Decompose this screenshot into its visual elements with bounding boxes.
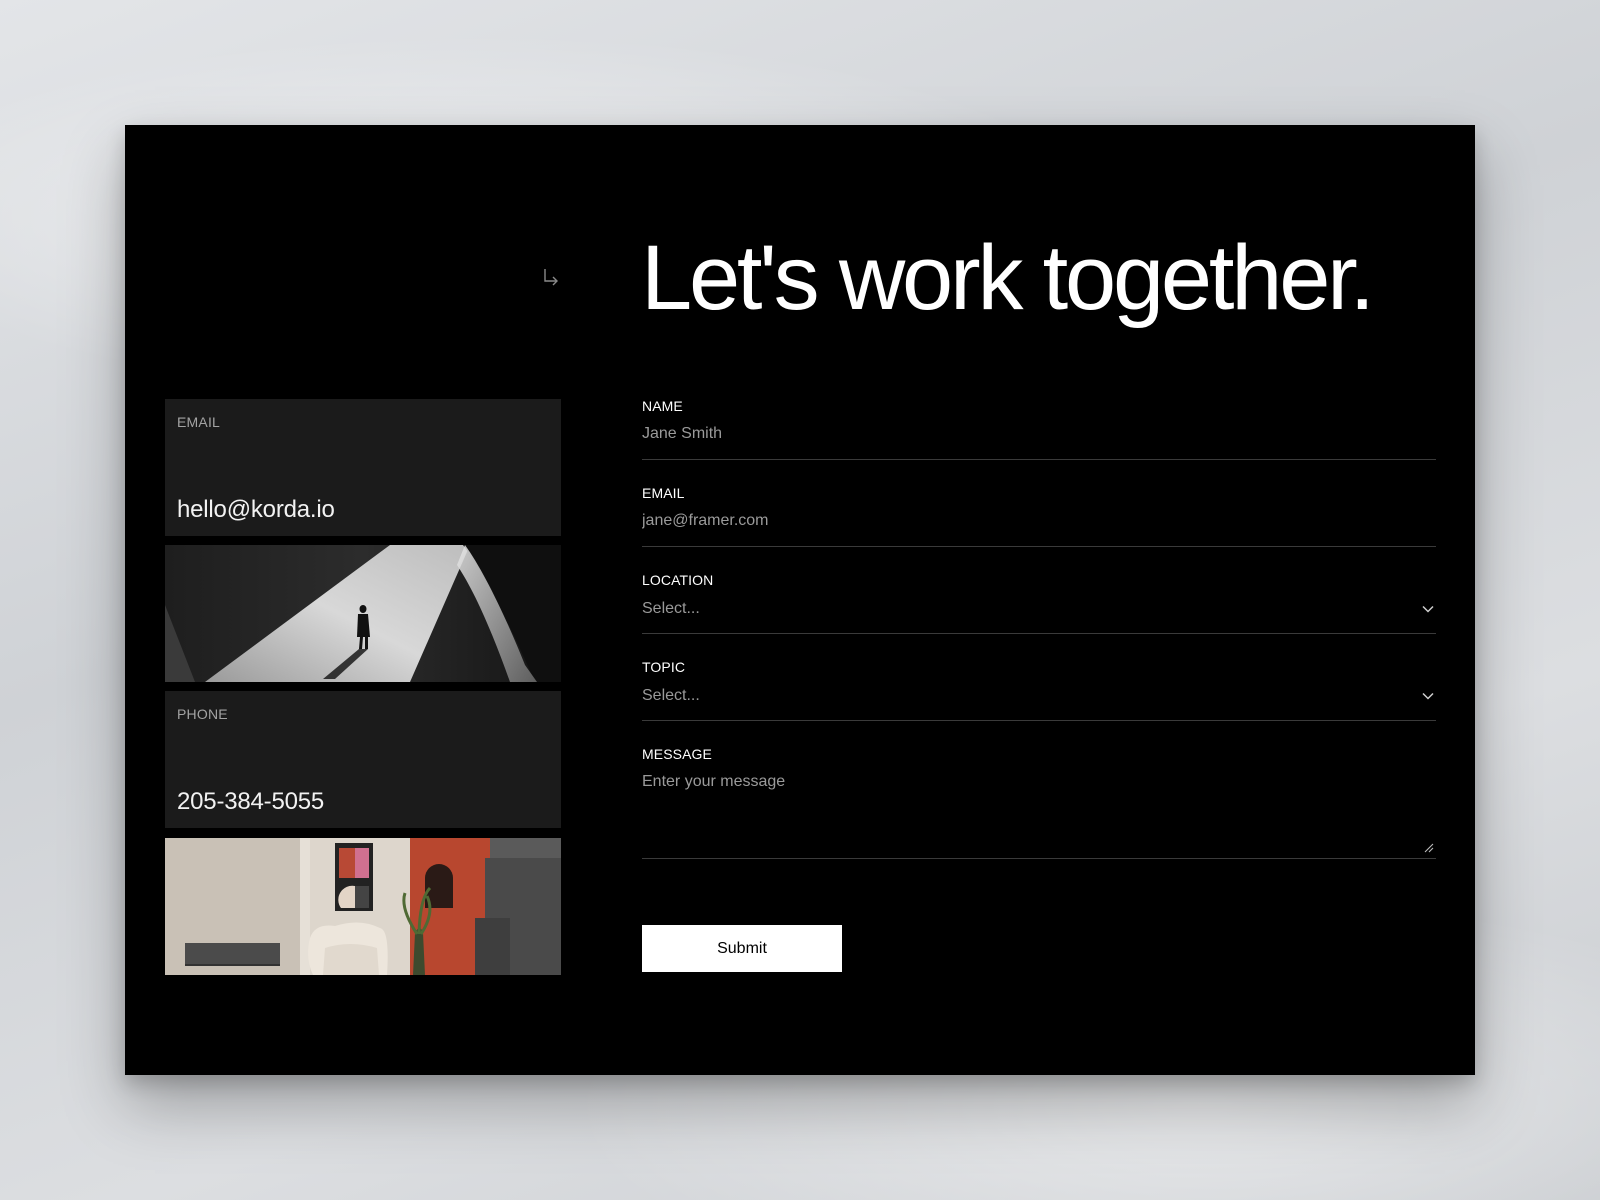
arrow-down-right-icon (544, 269, 558, 286)
email-label: EMAIL (642, 485, 685, 501)
email-card-label: EMAIL (177, 414, 221, 430)
photo-interior-room (165, 838, 561, 975)
location-label: LOCATION (642, 572, 714, 588)
name-input[interactable] (642, 425, 1436, 443)
submit-button[interactable]: Submit (642, 925, 842, 972)
phone-card-label: PHONE (177, 706, 228, 722)
chevron-down-icon[interactable] (1422, 692, 1434, 700)
photo-person-on-stairs (165, 545, 561, 682)
topic-select[interactable]: TOPIC Select... (642, 656, 1436, 721)
location-select-value[interactable]: Select... (642, 600, 700, 618)
phone-card: PHONE 205-384-5055 (165, 691, 561, 828)
name-label: NAME (642, 398, 683, 414)
topic-label: TOPIC (642, 659, 686, 675)
topic-select-value[interactable]: Select... (642, 687, 700, 705)
contact-section: Let's work together. EMAIL hello@korda.i… (125, 125, 1475, 1075)
name-field: NAME (642, 395, 1436, 460)
email-input[interactable] (642, 512, 1436, 530)
email-card: EMAIL hello@korda.io (165, 399, 561, 536)
phone-card-value[interactable]: 205-384-5055 (177, 788, 324, 816)
chevron-down-icon[interactable] (1422, 605, 1434, 613)
message-textarea[interactable] (642, 773, 1436, 853)
message-field: MESSAGE (642, 743, 1436, 859)
contact-form: NAME EMAIL LOCATION Select... TOPIC Sele… (642, 395, 1436, 972)
email-field: EMAIL (642, 482, 1436, 547)
page-title: Let's work together. (641, 227, 1375, 329)
message-label: MESSAGE (642, 746, 712, 762)
resize-handle-icon[interactable] (1424, 843, 1434, 853)
email-card-value[interactable]: hello@korda.io (177, 496, 335, 524)
location-select[interactable]: LOCATION Select... (642, 569, 1436, 634)
